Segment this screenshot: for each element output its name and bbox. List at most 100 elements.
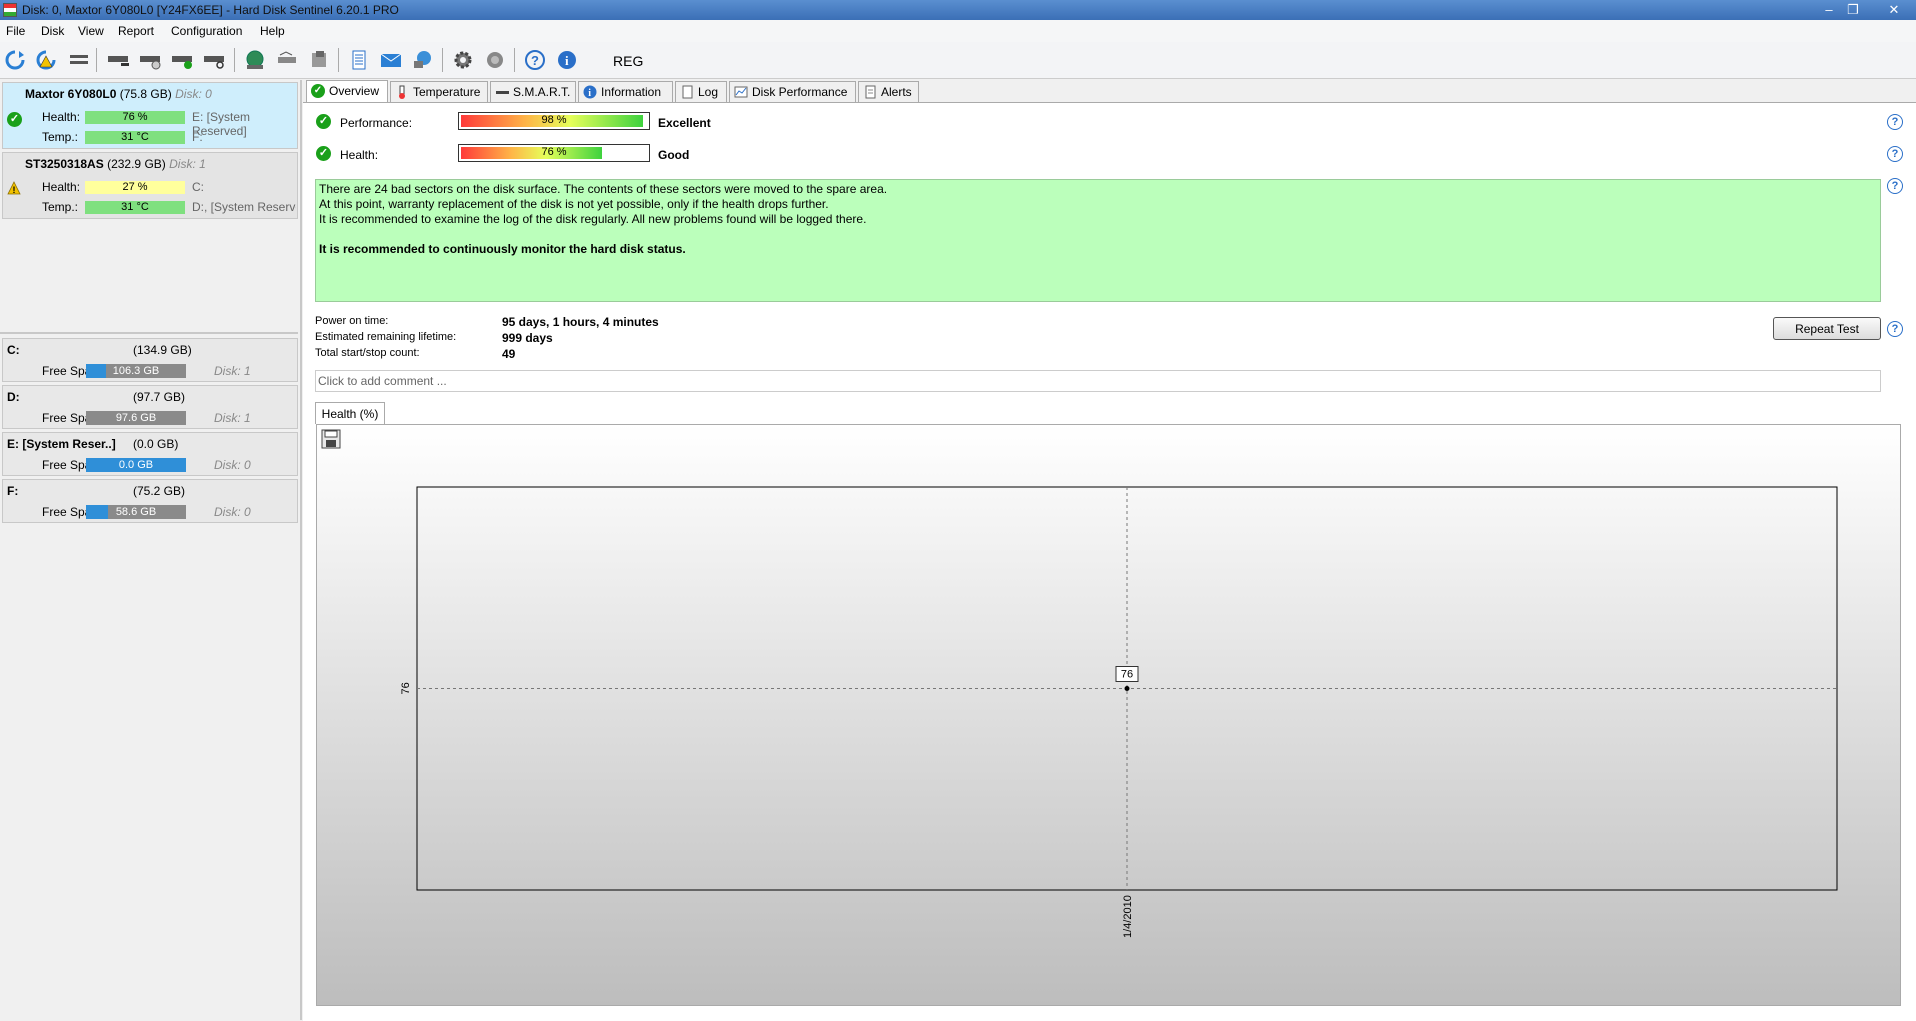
tab-label: Alerts [881, 85, 912, 99]
disk-name: ST3250318AS [25, 157, 104, 171]
svg-text:!: ! [13, 185, 16, 195]
backup-icon[interactable] [306, 48, 332, 72]
health-label: Health: [42, 180, 81, 194]
tab-label: Information [601, 85, 662, 99]
disk-search-icon[interactable] [202, 48, 228, 72]
tab-health-chart[interactable]: Health (%) [315, 402, 385, 424]
performance-icon [734, 86, 748, 98]
health-value: 76 % [541, 146, 567, 158]
temp-value: 31 °C [121, 201, 149, 213]
network-icon[interactable] [410, 48, 436, 72]
disk-volumes-2: D:, [System Reserve [192, 200, 296, 214]
repeat-test-button[interactable]: Repeat Test [1773, 317, 1881, 340]
report-icon[interactable] [346, 48, 372, 72]
menu-report[interactable]: Report [118, 24, 154, 38]
performance-rating: Excellent [658, 116, 711, 130]
transfer-icon[interactable] [274, 48, 300, 72]
refresh-alert-icon[interactable] [33, 48, 59, 72]
disk-volumes-1: E: [System Reserved] [192, 110, 251, 138]
tab-temperature[interactable]: Temperature [390, 81, 488, 102]
thermometer-icon [399, 85, 405, 99]
sound-icon[interactable] [482, 48, 508, 72]
tab-smart[interactable]: S.M.A.R.T. [490, 81, 576, 102]
disk-list-icon[interactable] [66, 48, 92, 72]
disk-schedule-icon[interactable] [138, 48, 164, 72]
volume-name: F: [7, 484, 19, 498]
tab-log[interactable]: Log [675, 81, 727, 102]
stat-label: Power on time: [315, 315, 389, 327]
tab-disk-performance[interactable]: Disk Performance [729, 81, 856, 102]
disk-card-0[interactable]: Maxtor 6Y080L0 (75.8 GB) Disk: 0 ✓ Healt… [2, 82, 298, 149]
tab-overview[interactable]: ✓ Overview [306, 80, 388, 103]
menu-view[interactable]: View [78, 24, 104, 38]
globe-icon[interactable] [242, 48, 268, 72]
volume-name: D: [7, 390, 20, 404]
tab-alerts[interactable]: Alerts [858, 81, 919, 102]
health-label: Health: [340, 148, 379, 162]
free-space-value: 0.0 GB [118, 459, 154, 471]
volume-card-f[interactable]: F: (75.2 GB) Free Space 58.6 GB Disk: 0 [2, 479, 298, 523]
message-line: There are 24 bad sectors on the disk sur… [319, 182, 888, 196]
y-tick-label: 76 [400, 682, 412, 694]
status-message-box: There are 24 bad sectors on the disk sur… [315, 179, 1881, 302]
toolbar: ? i REG [0, 42, 1916, 79]
disk-size: (232.9 GB) [107, 157, 166, 171]
title-bar: Disk: 0, Maxtor 6Y080L0 [Y24FX6EE] - Har… [0, 0, 1916, 20]
close-button[interactable]: ✕ [1883, 1, 1905, 18]
svg-text:?: ? [531, 53, 539, 68]
free-space-value: 58.6 GB [115, 506, 157, 518]
minimize-button[interactable]: – [1818, 1, 1840, 18]
menu-help[interactable]: Help [260, 24, 285, 38]
volume-size: (75.2 GB) [133, 484, 186, 498]
help-icon[interactable]: ? [522, 48, 548, 72]
help-icon[interactable]: ? [1887, 321, 1903, 337]
settings-icon[interactable] [450, 48, 476, 72]
x-tick-label: 1/4/2010 [1122, 895, 1134, 938]
temp-label: Temp.: [42, 130, 79, 144]
info-icon: i [583, 85, 597, 99]
ok-status-icon: ✓ [7, 112, 22, 127]
volume-card-e[interactable]: E: [System Reser..] (0.0 GB) Free Space … [2, 432, 298, 476]
health-value: 76 % [122, 111, 148, 123]
menu-disk[interactable]: Disk [41, 24, 64, 38]
disk-size: (75.8 GB) [119, 87, 172, 101]
info-icon[interactable]: i [554, 48, 580, 72]
disk-test-icon[interactable] [106, 48, 132, 72]
data-label: 76 [1121, 669, 1133, 681]
restore-button[interactable]: ❐ [1842, 1, 1864, 18]
free-space-bar: 106.3 GB [86, 364, 186, 378]
disk-card-1[interactable]: ST3250318AS (232.9 GB) Disk: 1 ! Health:… [2, 152, 298, 219]
free-space-bar: 0.0 GB [86, 458, 186, 472]
volume-disk: Disk: 1 [214, 411, 251, 425]
disk-ok-icon[interactable] [170, 48, 196, 72]
performance-label: Performance: [340, 116, 413, 130]
menu-file[interactable]: File [6, 24, 25, 38]
health-bar: 76 % [458, 144, 650, 162]
disk-volumes-1: C: [192, 180, 204, 194]
stat-label: Total start/stop count: [315, 347, 420, 359]
left-panel: Maxtor 6Y080L0 (75.8 GB) Disk: 0 ✓ Healt… [0, 80, 302, 1020]
volume-card-c[interactable]: C: (134.9 GB) Free Space 106.3 GB Disk: … [2, 338, 298, 382]
warning-icon: ! [7, 181, 21, 195]
free-space-bar: 58.6 GB [86, 505, 186, 519]
help-icon[interactable]: ? [1887, 114, 1903, 130]
volume-card-d[interactable]: D: (97.7 GB) Free Space 97.6 GB Disk: 1 [2, 385, 298, 429]
volume-size: (134.9 GB) [133, 343, 192, 357]
panel-divider [0, 332, 298, 334]
help-icon[interactable]: ? [1887, 178, 1903, 194]
temp-value: 31 °C [121, 131, 149, 143]
free-space-value: 106.3 GB [112, 365, 160, 377]
volume-disk: Disk: 1 [214, 364, 251, 378]
help-icon[interactable]: ? [1887, 146, 1903, 162]
stat-label: Estimated remaining lifetime: [315, 331, 457, 343]
tab-information[interactable]: i Information [578, 81, 673, 102]
health-bar: 27 % [85, 181, 185, 194]
refresh-icon[interactable] [2, 48, 28, 72]
email-icon[interactable] [378, 48, 404, 72]
reg-label[interactable]: REG [613, 53, 643, 69]
disk-name: Maxtor 6Y080L0 [25, 87, 117, 101]
performance-value: 98 % [541, 114, 567, 126]
menu-configuration[interactable]: Configuration [171, 24, 242, 38]
comment-field[interactable]: Click to add comment ... [315, 370, 1881, 392]
health-value: 27 % [122, 181, 148, 193]
